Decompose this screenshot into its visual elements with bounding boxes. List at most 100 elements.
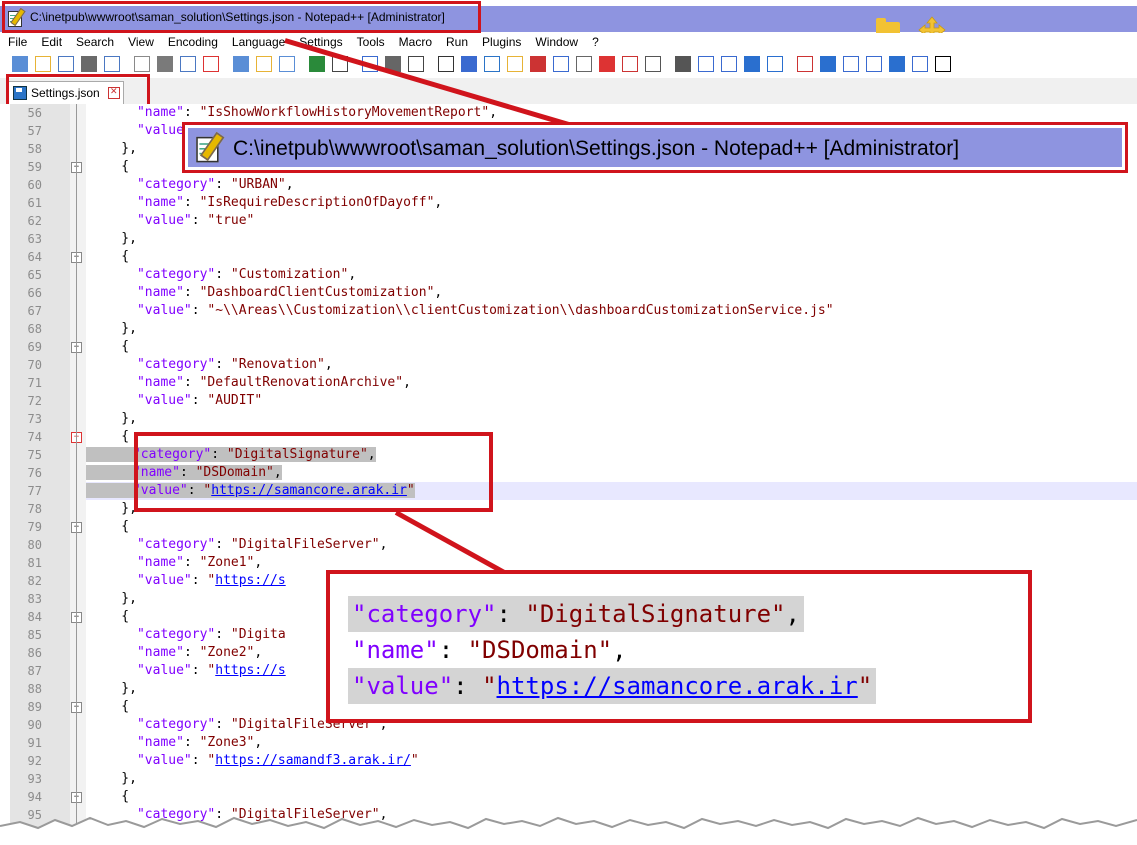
menu-file[interactable]: File: [0, 35, 33, 49]
code-line[interactable]: 65 "category": "Customization",: [0, 266, 1137, 284]
json-value: "DSDomain": [467, 636, 613, 664]
code-line[interactable]: 61 "name": "IsRequireDescriptionOfDayoff…: [0, 194, 1137, 212]
code-line[interactable]: 69 {: [0, 338, 1137, 356]
code-line[interactable]: 62 "value": "true": [0, 212, 1137, 230]
line-number: 89: [27, 700, 42, 714]
line-number: 86: [27, 646, 42, 660]
code-line[interactable]: 64 {: [0, 248, 1137, 266]
menu-edit[interactable]: Edit: [33, 35, 68, 49]
menu-bar: File Edit Search View Encoding Language …: [0, 33, 1137, 51]
code-line[interactable]: 94 {: [0, 788, 1137, 806]
code-text: {: [90, 429, 130, 444]
toolbar-button-35-icon[interactable]: [843, 56, 859, 72]
menu-macro[interactable]: Macro: [391, 35, 438, 49]
toolbar-button-18-icon[interactable]: [438, 56, 454, 72]
code-line[interactable]: 72 "value": "AUDIT": [0, 392, 1137, 410]
toolbar-button-33-icon[interactable]: [797, 56, 813, 72]
menu-search[interactable]: Search: [68, 35, 120, 49]
json-end: ": [857, 672, 873, 700]
toolbar-button-2-icon[interactable]: [35, 56, 51, 72]
code-text: {: [90, 609, 130, 624]
line-number: 90: [27, 718, 42, 732]
toolbar-button-12-icon[interactable]: [279, 56, 295, 72]
toolbar-button-39-icon[interactable]: [935, 56, 951, 72]
code-line[interactable]: 79 {: [0, 518, 1137, 536]
code-line[interactable]: 68 },: [0, 320, 1137, 338]
code-line[interactable]: 91 "name": "Zone3",: [0, 734, 1137, 752]
menu-plugins[interactable]: Plugins: [474, 35, 527, 49]
toolbar-button-24-icon[interactable]: [576, 56, 592, 72]
line-number: 82: [27, 574, 42, 588]
toolbar-button-23-icon[interactable]: [553, 56, 569, 72]
menu-run[interactable]: Run: [438, 35, 474, 49]
zoomed-title-box: C:\inetpub\wwwroot\saman_solution\Settin…: [182, 122, 1128, 173]
code-text: "value": "~\\Areas\\Customization\\clien…: [136, 303, 834, 318]
toolbar-button-7-icon[interactable]: [157, 56, 173, 72]
menu-help[interactable]: ?: [584, 35, 605, 49]
toolbar-button-34-icon[interactable]: [820, 56, 836, 72]
toolbar-button-26-icon[interactable]: [622, 56, 638, 72]
json-key: "name": [352, 636, 439, 664]
toolbar-button-17-icon[interactable]: [408, 56, 424, 72]
code-text: "category": "URBAN",: [136, 177, 294, 192]
code-text: "name": "Zone1",: [136, 555, 263, 570]
toolbar-button-21-icon[interactable]: [507, 56, 523, 72]
toolbar-button-28-icon[interactable]: [675, 56, 691, 72]
menu-language[interactable]: Language: [224, 35, 291, 49]
code-line[interactable]: 56 "name": "IsShowWorkflowHistoryMovemen…: [0, 104, 1137, 122]
toolbar-button-3-icon[interactable]: [58, 56, 74, 72]
toolbar-button-36-icon[interactable]: [866, 56, 882, 72]
menu-view[interactable]: View: [120, 35, 160, 49]
code-text: {: [90, 519, 130, 534]
toolbar-button-13-icon[interactable]: [309, 56, 325, 72]
line-number: 94: [27, 790, 42, 804]
zoomed-code-box: "category": "DigitalSignature", "name": "…: [326, 570, 1032, 723]
code-line[interactable]: 66 "name": "DashboardClientCustomization…: [0, 284, 1137, 302]
menu-tools[interactable]: Tools: [349, 35, 391, 49]
toolbar-button-1-icon[interactable]: [12, 56, 28, 72]
code-line[interactable]: 63 },: [0, 230, 1137, 248]
toolbar-button-20-icon[interactable]: [484, 56, 500, 72]
toolbar-button-29-icon[interactable]: [698, 56, 714, 72]
code-text: "name": "IsRequireDescriptionOfDayoff",: [136, 195, 443, 210]
code-line[interactable]: 92 "value": "https://samandf3.arak.ir/": [0, 752, 1137, 770]
toolbar-button-25-icon[interactable]: [599, 56, 615, 72]
toolbar-button-4-icon[interactable]: [81, 56, 97, 72]
line-number: 59: [27, 160, 42, 174]
toolbar-button-6-icon[interactable]: [134, 56, 150, 72]
line-number: 85: [27, 628, 42, 642]
code-line[interactable]: 80 "category": "DigitalFileServer",: [0, 536, 1137, 554]
toolbar-button-5-icon[interactable]: [104, 56, 120, 72]
code-line[interactable]: 71 "name": "DefaultRenovationArchive",: [0, 374, 1137, 392]
zoomed-code-line: "value": "https://samancore.arak.ir": [348, 668, 877, 704]
code-line[interactable]: 93 },: [0, 770, 1137, 788]
line-number: 66: [27, 286, 42, 300]
toolbar-button-31-icon[interactable]: [744, 56, 760, 72]
code-text: },: [90, 681, 137, 696]
toolbar-button-32-icon[interactable]: [767, 56, 783, 72]
toolbar-button-10-icon[interactable]: [233, 56, 249, 72]
toolbar-button-11-icon[interactable]: [256, 56, 272, 72]
toolbar-button-19-icon[interactable]: [461, 56, 477, 72]
toolbar-button-27-icon[interactable]: [645, 56, 661, 72]
menu-encoding[interactable]: Encoding: [160, 35, 224, 49]
toolbar-button-38-icon[interactable]: [912, 56, 928, 72]
menu-window[interactable]: Window: [527, 35, 584, 49]
line-number: 73: [27, 412, 42, 426]
code-line[interactable]: 67 "value": "~\\Areas\\Customization\\cl…: [0, 302, 1137, 320]
line-number: 74: [27, 430, 42, 444]
toolbar-button-30-icon[interactable]: [721, 56, 737, 72]
toolbar-button-22-icon[interactable]: [530, 56, 546, 72]
json-value: ": [482, 672, 497, 700]
code-line[interactable]: 73 },: [0, 410, 1137, 428]
code-line[interactable]: 60 "category": "URBAN",: [0, 176, 1137, 194]
line-number: 58: [27, 142, 42, 156]
json-key: "category": [352, 600, 497, 628]
json-url-link[interactable]: https://samancore.arak.ir: [497, 672, 858, 700]
line-number: 72: [27, 394, 42, 408]
toolbar-button-8-icon[interactable]: [180, 56, 196, 72]
toolbar-button-37-icon[interactable]: [889, 56, 905, 72]
torn-paper-edge: [0, 816, 1137, 845]
toolbar-button-9-icon[interactable]: [203, 56, 219, 72]
code-line[interactable]: 70 "category": "Renovation",: [0, 356, 1137, 374]
